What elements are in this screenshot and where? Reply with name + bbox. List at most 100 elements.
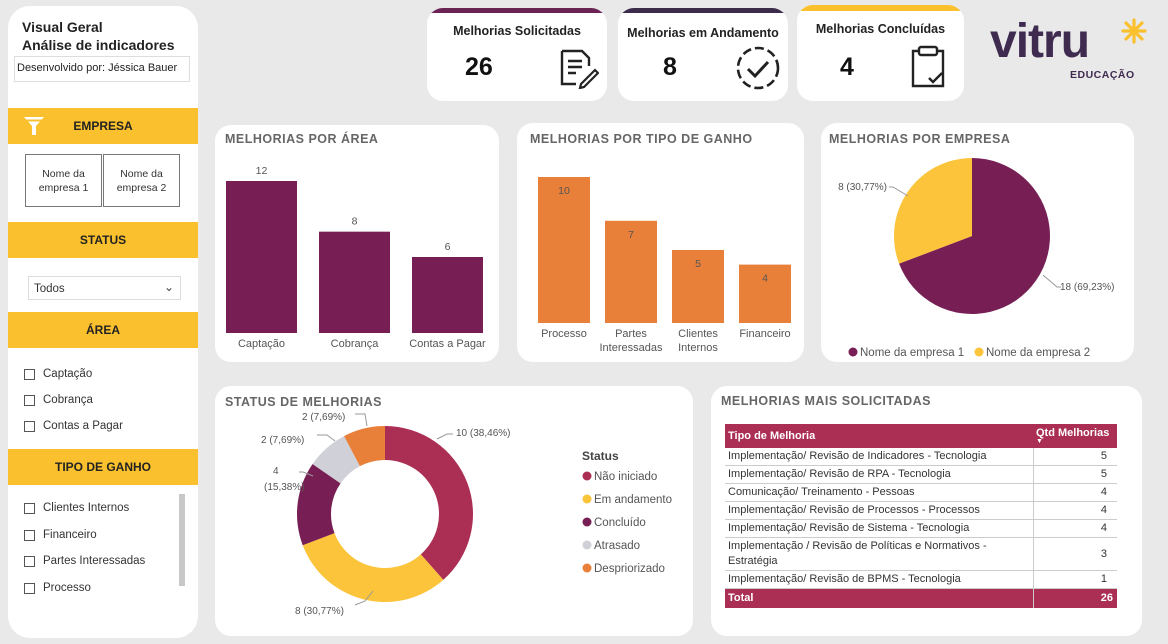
legend-label: Concluído [594,517,646,529]
data-label: 12 [256,165,268,177]
empresa-tile-1[interactable]: Nome da empresa 1 [25,154,102,207]
legend-marker [582,563,592,573]
table-title: MELHORIAS MAIS SOLICITADAS [721,394,931,408]
data-label: 2 (7,69%) [261,435,304,446]
empresa-tile-2[interactable]: Nome da empresa 2 [103,154,180,207]
chart-card-por-area: MELHORIAS POR ÁREA 12 Captação 8 Cobrança 6 C… [215,125,499,362]
checkbox-icon[interactable] [24,394,35,406]
table-row[interactable]: Comunicação/ Treinamento - Pessoas 4 [725,483,1117,502]
data-label: 8 (30,77%) [838,182,887,193]
chart-card-por-tipo: MELHORIAS POR TIPO DE GANHO 10 Processo 7 P… [517,123,804,362]
table-cell-tipo: Implementação/ Revisão de Sistema - Tecn… [725,519,1033,538]
clipboard-check-icon [911,45,945,88]
table-cell-qtd: 4 [1032,483,1117,502]
tipo-checkbox-financeiro[interactable]: Financeiro [24,529,97,541]
status-dropdown[interactable]: Todos ⌄ [28,276,181,300]
legend-label: Nome da empresa 1 [860,347,964,359]
logo-brand-text: vitru [990,15,1090,68]
bar [538,177,590,323]
table-card-mais-solicitadas: MELHORIAS MAIS SOLICITADAS Tipo de Melho… [711,386,1142,636]
kpi-card-concluidas: Melhorias Concluídas 4 [797,5,964,101]
legend-marker [582,471,592,481]
data-label: 5 [695,258,701,270]
column-header-tipo[interactable]: Tipo de Melhoria [725,424,1033,448]
donut-chart-status: 10 (38,46%) 8 (30,77%) 4 2 (7,69%) 2 (7,69%)… [261,412,672,617]
logo-sub-text: EDUCAÇÃO [1070,69,1135,81]
table-cell-qtd: 1 [1032,570,1117,589]
sort-desc-icon: ▼ [1036,438,1043,445]
area-checkbox-cobranca[interactable]: Cobrança [24,394,93,406]
tipo-checkbox-clientes-internos[interactable]: Clientes Internos [24,502,129,514]
table-row[interactable]: Implementação/ Revisão de Sistema - Tecn… [725,519,1117,538]
table-cell-qtd: 4 [1032,501,1117,520]
table-cell-tipo: Implementação / Revisão de Políticas e N… [725,537,1033,571]
category-label: Clientes [678,328,718,340]
tipo-option-label: Processo [43,582,91,594]
table-row[interactable]: Implementação/ Revisão de Indicadores - … [725,448,1117,466]
column-header-qtd-label: Qtd Melhorias [1036,427,1110,439]
status-dropdown-value: Todos [34,283,65,295]
kpi-stripe [797,5,964,11]
table-cell-tipo: Implementação/ Revisão de Processos - Pr… [725,501,1033,520]
table-cell-tipo: Comunicação/ Treinamento - Pessoas [725,483,1033,502]
kpi-stripe [618,8,788,13]
category-label: Partes [615,328,647,340]
table-row[interactable]: Implementação/ Revisão de RPA - Tecnolog… [725,465,1117,484]
legend-label: Não iniciado [594,471,657,483]
legend-marker [582,540,592,550]
checkbox-icon[interactable] [24,555,35,567]
area-option-label: Captação [43,368,93,380]
leader-line [889,186,909,197]
bar-chart-area: 12 Captação 8 Cobrança 6 Contas a Pagar [226,165,486,350]
data-label: 10 (38,46%) [456,428,510,439]
vitru-logo: vitru EDUCAÇÃO [990,14,1160,86]
document-edit-icon [560,49,599,89]
table-row[interactable]: Implementação/ Revisão de Processos - Pr… [725,501,1117,520]
bar [226,181,297,333]
filter-icon [24,117,44,135]
area-checkbox-contas-a-pagar[interactable]: Contas a Pagar [24,420,123,432]
table-cell-qtd: 5 [1032,465,1117,484]
leader-line [1042,274,1061,288]
column-header-qtd[interactable]: Qtd Melhorias ▼ [1033,424,1117,448]
checkbox-icon[interactable] [24,529,35,541]
tipo-option-label: Partes Interessadas [43,555,146,567]
kpi-value: 8 [663,53,677,81]
category-label: Internos [678,342,718,354]
category-label: Captação [238,338,285,350]
report-title-line1: Visual Geral [22,19,103,35]
kpi-value: 4 [840,53,854,81]
kpi-title: Melhorias Solicitadas [453,24,581,38]
area-option-label: Contas a Pagar [43,420,123,432]
tipo-checkbox-partes-interessadas[interactable]: Partes Interessadas [24,555,145,567]
legend-label: Em andamento [594,494,672,506]
tipo-option-label: Financeiro [43,529,97,541]
data-label: 8 [352,216,358,228]
area-checkbox-captacao[interactable]: Captação [24,368,92,380]
table-total-label: Total [725,588,1033,608]
table-row[interactable]: Implementação/ Revisão de BPMS - Tecnolo… [725,570,1117,589]
chart-card-status: STATUS DE MELHORIAS 10 (38,46%) 8 (30,77%… [215,386,693,636]
checkbox-icon[interactable] [24,368,35,380]
table-cell-qtd: 3 [1032,537,1117,571]
table-row[interactable]: Implementação / Revisão de Políticas e N… [725,537,1117,571]
kpi-card-andamento: Melhorias em Andamento 8 [618,8,788,101]
data-label: 6 [445,241,451,253]
leader-line [355,413,368,427]
table-cell-tipo: Implementação/ Revisão de BPMS - Tecnolo… [725,570,1033,589]
kpi-value: 26 [465,53,493,81]
checkbox-icon[interactable] [24,582,35,594]
legend-label: Despriorizado [594,563,665,575]
donut-slice [385,426,473,580]
checkbox-icon[interactable] [24,420,35,432]
data-label: 10 [558,185,570,197]
checkbox-icon[interactable] [24,502,35,514]
filter-sidebar: Visual Geral Análise de indicadores Dese… [8,6,198,638]
status-filter-header: STATUS [8,222,198,258]
legend-label: Nome da empresa 2 [986,347,1090,359]
tipo-checkbox-processo[interactable]: Processo [24,582,91,594]
tipo-list-scrollbar[interactable] [179,494,185,586]
data-label: 4 [762,273,768,285]
category-label: Contas a Pagar [409,338,486,350]
table-total-row: Total 26 [725,588,1117,608]
